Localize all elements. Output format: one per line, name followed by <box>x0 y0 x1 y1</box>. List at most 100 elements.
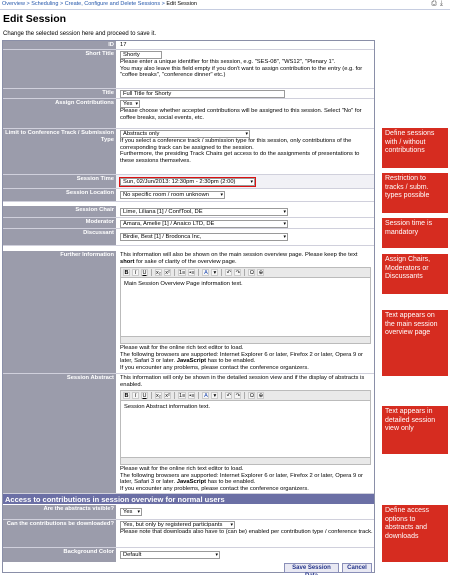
page-title: Edit Session <box>3 13 67 25</box>
special-char-button[interactable]: Ω <box>248 392 256 399</box>
further-toolbar: B I U x₂ x² 1≡ •≡ A ▾ ↶ ↷ Ω ⊕ <box>120 267 371 277</box>
maximize-button[interactable]: ⊕ <box>257 269 265 276</box>
row-further: Further Information This information wil… <box>3 251 374 374</box>
abstract-editor-status <box>120 458 371 465</box>
discussant-select[interactable]: Birdie, Best [1] / Brodonca Inc, ▾ <box>120 233 288 241</box>
downloaded-select[interactable]: Yes, but only by registered participants… <box>120 521 235 529</box>
bg-color-select[interactable]: Default ▾ <box>120 551 220 559</box>
note-restriction: Restriction to tracks / subm. types poss… <box>382 173 448 213</box>
breadcrumb-current: Edit Session <box>166 1 197 7</box>
title-label: Title <box>3 89 116 98</box>
bullet-list-button[interactable]: •≡ <box>188 392 196 399</box>
header-divider <box>0 9 450 10</box>
limit-help-1: If you select a conference track / submi… <box>120 138 352 151</box>
row-moderator: Moderator Amara, Amelie [1] / Anaico LTD… <box>3 218 374 229</box>
chevron-down-icon: ▾ <box>137 509 140 515</box>
short-title-help-2: You may also leave this field empty if y… <box>120 65 363 79</box>
italic-button[interactable]: I <box>132 269 139 276</box>
italic-button[interactable]: I <box>132 392 139 399</box>
note-main-overview: Text appears on the main session overvie… <box>382 310 448 376</box>
limit-help-2: Furthermore, the presiding Track Chairs … <box>120 151 360 165</box>
underline-button[interactable]: U <box>141 392 148 399</box>
assign-label: Assign Contributions <box>3 99 116 128</box>
note-contributions: Define sessions with / without contribut… <box>382 128 448 168</box>
bg-color-icon[interactable]: ▾ <box>211 392 219 399</box>
breadcrumb-sessions[interactable]: Create, Configure and Delete Sessions <box>65 1 160 7</box>
bg-color-icon[interactable]: ▾ <box>211 269 219 276</box>
note-assign-chairs: Assign Chairs, Moderators or Discussants <box>382 254 448 294</box>
breadcrumb-scheduling[interactable]: Scheduling <box>31 1 58 7</box>
subscript-button[interactable]: x₂ <box>155 392 162 399</box>
further-editor[interactable]: Main Session Overview Page information t… <box>120 277 371 337</box>
row-id: ID 17 <box>3 41 374 50</box>
row-time: Session Time Sun, 02/Jun/2013: 12:30pm -… <box>3 175 374 189</box>
breadcrumb-overview[interactable]: Overview <box>2 1 25 7</box>
chevron-down-icon: ▾ <box>250 179 253 185</box>
access-section-title: Access to contributions in session overv… <box>3 494 374 504</box>
further-label: Further Information <box>3 251 116 373</box>
undo-button[interactable]: ↶ <box>225 392 233 399</box>
page-intro: Change the selected session here and pro… <box>3 31 157 37</box>
chevron-down-icon: ▾ <box>283 209 286 215</box>
bold-button[interactable]: B <box>123 392 130 399</box>
row-assign: Assign Contributions Yes ▾ Please choose … <box>3 99 374 129</box>
id-value: 17 <box>120 42 127 48</box>
time-label: Session Time <box>3 175 116 188</box>
row-chair: Session Chair Lime, Liliana [1] / ConfTo… <box>3 206 374 218</box>
row-bg-color: Background Color Default ▾ <box>3 548 374 562</box>
superscript-button[interactable]: x² <box>164 269 171 276</box>
abstracts-visible-label: Are the abstracts visible? <box>3 505 116 519</box>
special-char-button[interactable]: Ω <box>248 269 256 276</box>
discussant-label: Discussant <box>3 229 116 245</box>
row-title: Title Full Title for Shorty <box>3 89 374 99</box>
title-input[interactable]: Full Title for Shorty <box>120 90 285 98</box>
print-icon[interactable]: ⎙ <box>431 0 440 7</box>
chair-select[interactable]: Lime, Liliana [1] / ConfTool, DE ▾ <box>120 208 288 216</box>
id-label: ID <box>3 41 116 49</box>
abstracts-visible-select[interactable]: Yes ▾ <box>120 508 142 516</box>
assign-help: Please choose whether accepted contribut… <box>120 108 362 121</box>
moderator-select[interactable]: Amara, Amelie [1] / Anaico LTD, DE ▾ <box>120 220 288 228</box>
abstract-toolbar: B I U x₂ x² 1≡ •≡ A ▾ ↶ ↷ Ω ⊕ <box>120 390 371 400</box>
ordered-list-button[interactable]: 1≡ <box>178 392 187 399</box>
undo-button[interactable]: ↶ <box>225 269 233 276</box>
row-limit: Limit to Conference Track / Submission T… <box>3 129 374 175</box>
short-title-label: Short Title <box>3 50 116 88</box>
ordered-list-button[interactable]: 1≡ <box>178 269 187 276</box>
bold-button[interactable]: B <box>123 269 130 276</box>
subscript-button[interactable]: x₂ <box>155 269 162 276</box>
breadcrumb: Overview > Scheduling > Create, Configur… <box>2 1 197 7</box>
abstract-help: This information will only be shown in t… <box>120 375 365 388</box>
session-form: ID 17 Short Title Shorty Please enter a … <box>2 40 375 573</box>
note-access-options: Define access options to abstracts and d… <box>382 505 448 562</box>
chair-label: Session Chair <box>3 206 116 217</box>
redo-button[interactable]: ↷ <box>234 392 242 399</box>
session-time-select[interactable]: Sun, 02/Jun/2013: 12:30pm - 2:30pm (2:00… <box>119 177 256 187</box>
row-discussant: Discussant Birdie, Best [1] / Brodonca I… <box>3 229 374 246</box>
abstract-editor[interactable]: Session Abstract information text. <box>120 400 371 458</box>
location-label: Session Location <box>3 189 116 201</box>
bullet-list-button[interactable]: •≡ <box>188 269 196 276</box>
row-short-title: Short Title Shorty Please enter a unique… <box>3 50 374 89</box>
redo-button[interactable]: ↷ <box>234 269 242 276</box>
text-color-button[interactable]: A <box>202 269 210 276</box>
cancel-button[interactable]: Cancel <box>342 563 372 573</box>
limit-select[interactable]: Abstracts only ▾ <box>120 130 250 138</box>
downloaded-label: Can the contributions be downloaded? <box>3 520 116 547</box>
text-color-button[interactable]: A <box>202 392 210 399</box>
maximize-button[interactable]: ⊕ <box>257 392 265 399</box>
moderator-label: Moderator <box>3 218 116 228</box>
download-icon[interactable]: ⤓ <box>440 0 446 7</box>
chevron-down-icon: ▾ <box>220 192 223 198</box>
short-title-input[interactable]: Shorty <box>120 51 162 59</box>
save-session-button[interactable]: Save Session Data <box>284 563 339 575</box>
assign-select[interactable]: Yes ▾ <box>120 100 140 108</box>
superscript-button[interactable]: x² <box>164 392 171 399</box>
downloaded-help: Please note that downloads also have to … <box>120 529 373 535</box>
note-session-time: Session time is mandatory <box>382 218 448 248</box>
row-downloaded: Can the contributions be downloaded? Yes… <box>3 520 374 548</box>
bg-color-label: Background Color <box>3 548 116 562</box>
underline-button[interactable]: U <box>141 269 148 276</box>
row-location: Session Location No specific room / room… <box>3 189 374 202</box>
location-select[interactable]: No specific room / room unknown ▾ <box>120 191 225 199</box>
